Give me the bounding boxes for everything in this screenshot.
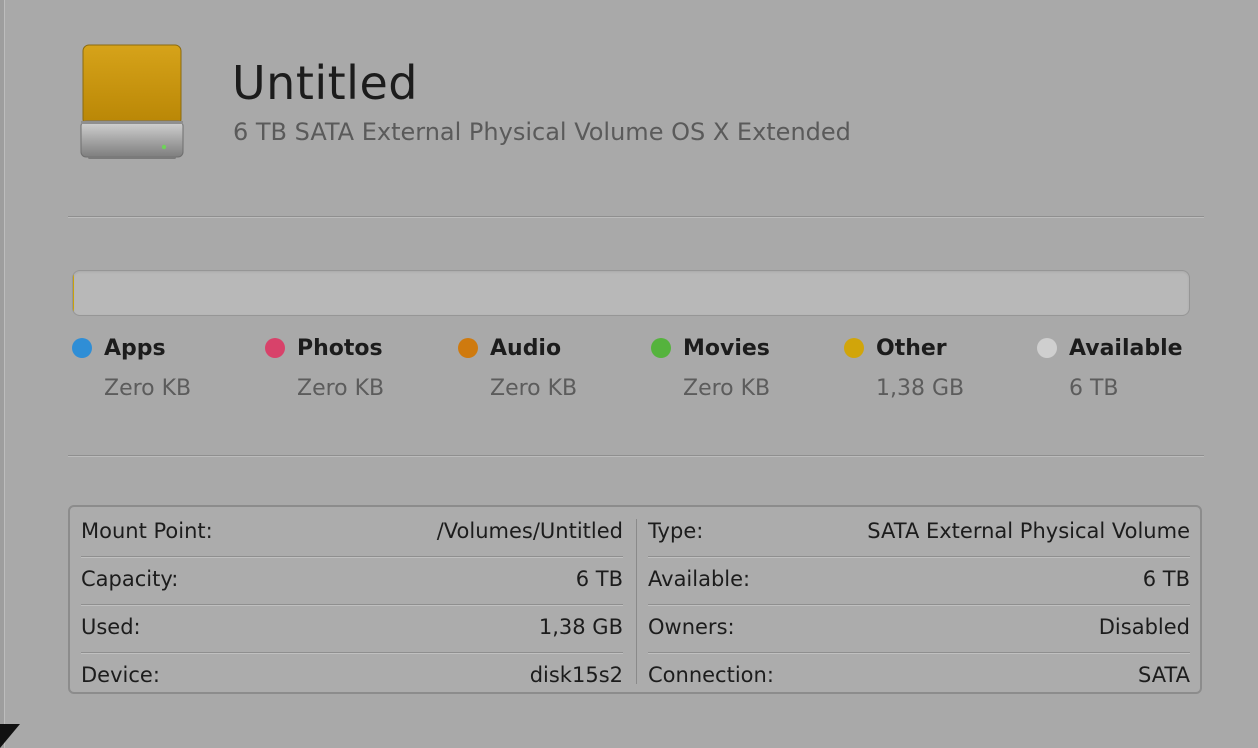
info-value: 1,38 GB [538, 615, 623, 639]
info-row-used: Used: 1,38 GB [81, 605, 623, 653]
info-value: 6 TB [1142, 567, 1190, 591]
legend-label: Movies [683, 336, 770, 361]
legend-dot-icon [844, 338, 864, 358]
info-key: Owners: [648, 615, 735, 639]
info-row-connection: Connection: SATA [648, 653, 1190, 701]
info-key: Used: [81, 615, 141, 639]
legend-value: Zero KB [104, 376, 192, 401]
info-key: Mount Point: [81, 519, 213, 543]
info-value: SATA [1137, 663, 1190, 687]
info-key: Connection: [648, 663, 774, 687]
info-row-capacity: Capacity: 6 TB [81, 557, 623, 605]
info-value: SATA External Physical Volume [867, 519, 1190, 543]
cursor-arrow-icon [0, 724, 20, 748]
info-key: Device: [81, 663, 160, 687]
info-value: 6 TB [575, 567, 623, 591]
legend-dot-icon [72, 338, 92, 358]
info-value: disk15s2 [529, 663, 623, 687]
legend-dot-icon [265, 338, 285, 358]
disk-utility-volume-info: Untitled 6 TB SATA External Physical Vol… [0, 0, 1258, 748]
window-edge [0, 0, 5, 748]
info-value: Disabled [1098, 615, 1190, 639]
divider-top [68, 216, 1204, 217]
legend-label: Photos [297, 336, 383, 361]
legend-label: Available [1069, 336, 1183, 361]
info-row-mount-point: Mount Point: /Volumes/Untitled [81, 509, 623, 557]
info-row-type: Type: SATA External Physical Volume [648, 509, 1190, 557]
column-separator [636, 519, 637, 684]
info-key: Capacity: [81, 567, 179, 591]
legend-value: Zero KB [683, 376, 771, 401]
info-key: Type: [648, 519, 704, 543]
divider-middle [68, 455, 1204, 456]
legend-label: Other [876, 336, 947, 361]
info-value: /Volumes/Untitled [436, 519, 623, 543]
info-row-device: Device: disk15s2 [81, 653, 623, 701]
legend-value: 1,38 GB [876, 376, 965, 401]
volume-description: 6 TB SATA External Physical Volume OS X … [233, 118, 851, 146]
storage-usage-bar [72, 270, 1190, 316]
volume-info-table: Mount Point: /Volumes/Untitled Capacity:… [68, 505, 1202, 694]
legend-label: Audio [490, 336, 562, 361]
volume-name: Untitled [232, 56, 418, 110]
info-row-owners: Owners: Disabled [648, 605, 1190, 653]
external-drive-icon [80, 44, 184, 159]
info-key: Available: [648, 567, 751, 591]
legend-dot-icon [1037, 338, 1057, 358]
info-row-available: Available: 6 TB [648, 557, 1190, 605]
legend-dot-icon [458, 338, 478, 358]
legend-value: Zero KB [297, 376, 385, 401]
legend-value: Zero KB [490, 376, 578, 401]
legend-dot-icon [651, 338, 671, 358]
legend-value: 6 TB [1069, 376, 1119, 401]
legend-label: Apps [104, 336, 166, 361]
